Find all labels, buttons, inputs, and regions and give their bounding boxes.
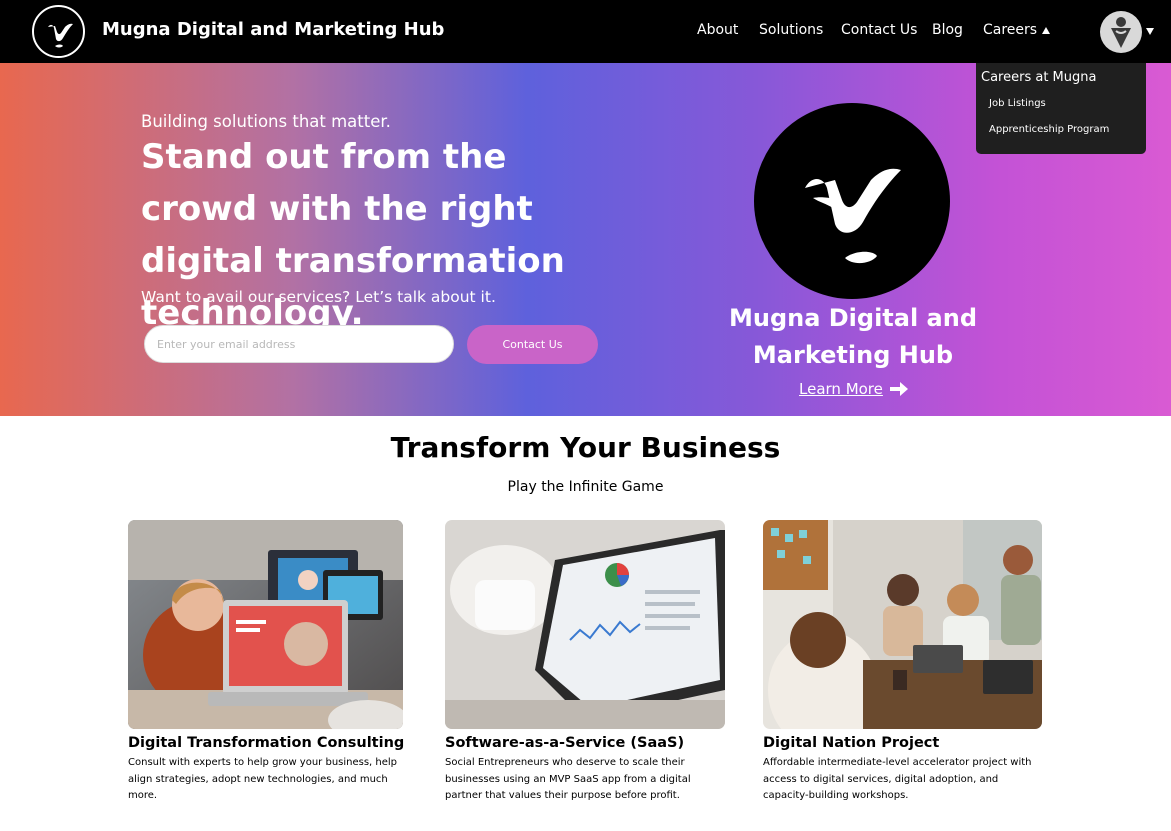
contact-us-button[interactable]: Contact Us	[467, 325, 598, 364]
nav-link-about[interactable]: About	[697, 22, 738, 38]
dropdown-item-job-listings[interactable]: Job Listings	[989, 98, 1046, 109]
card-title: Digital Transformation Consulting	[128, 735, 405, 751]
careers-dropdown: Careers at Mugna Job Listings Apprentice…	[976, 63, 1146, 154]
card-description: Affordable intermediate-level accelerato…	[763, 757, 1032, 801]
main-nav: About Solutions Contact Us Blog Careers	[0, 0, 1171, 63]
dropdown-title: Careers at Mugna	[981, 70, 1097, 85]
card-title: Software-as-a-Service (SaaS)	[445, 735, 685, 751]
hero-headline: Stand out from the crowd with the right …	[141, 137, 565, 333]
section-title: Transform Your Business	[390, 431, 781, 464]
section-subtitle: Play the Infinite Game	[507, 479, 664, 495]
hero-logo	[754, 103, 950, 299]
service-card-consulting[interactable]: Digital Transformation Consulting Consul…	[128, 520, 405, 805]
caret-down-icon[interactable]	[1146, 28, 1154, 35]
learn-more-link[interactable]: Learn More	[799, 380, 909, 398]
email-input[interactable]	[144, 325, 454, 363]
dropdown-item-apprenticeship[interactable]: Apprenticeship Program	[989, 124, 1109, 135]
service-card-saas[interactable]: Software-as-a-Service (SaaS) Social Entr…	[445, 520, 725, 805]
card-image-digital-nation	[763, 520, 1042, 729]
card-image-saas	[445, 520, 725, 729]
nav-link-blog[interactable]: Blog	[932, 22, 963, 38]
card-description: Consult with experts to help grow your b…	[128, 757, 398, 801]
top-navbar: Mugna Digital and Marketing Hub About So…	[0, 0, 1171, 63]
card-image-consulting	[128, 520, 403, 729]
learn-more-label: Learn More	[799, 380, 883, 398]
user-avatar[interactable]	[1100, 11, 1142, 53]
mugna-logo-icon	[805, 168, 901, 264]
hero-subtext: Want to avail our services? Let’s talk a…	[141, 288, 496, 306]
hero-tagline: Building solutions that matter.	[141, 112, 391, 131]
service-card-digital-nation[interactable]: Digital Nation Project Affordable interm…	[763, 520, 1042, 805]
arrow-right-icon	[889, 381, 909, 397]
caret-up-icon	[1042, 26, 1051, 34]
card-description: Social Entrepreneurs who deserve to scal…	[445, 757, 691, 801]
card-title: Digital Nation Project	[763, 735, 940, 751]
nav-link-careers-label: Careers	[983, 22, 1038, 38]
nav-link-solutions[interactable]: Solutions	[759, 22, 823, 38]
nav-link-contact[interactable]: Contact Us	[841, 22, 917, 38]
user-avatar-icon	[1111, 17, 1131, 48]
nav-link-careers[interactable]: Careers	[983, 22, 1051, 38]
hero-brand-name: Mugna Digital and Marketing Hub	[728, 304, 978, 369]
